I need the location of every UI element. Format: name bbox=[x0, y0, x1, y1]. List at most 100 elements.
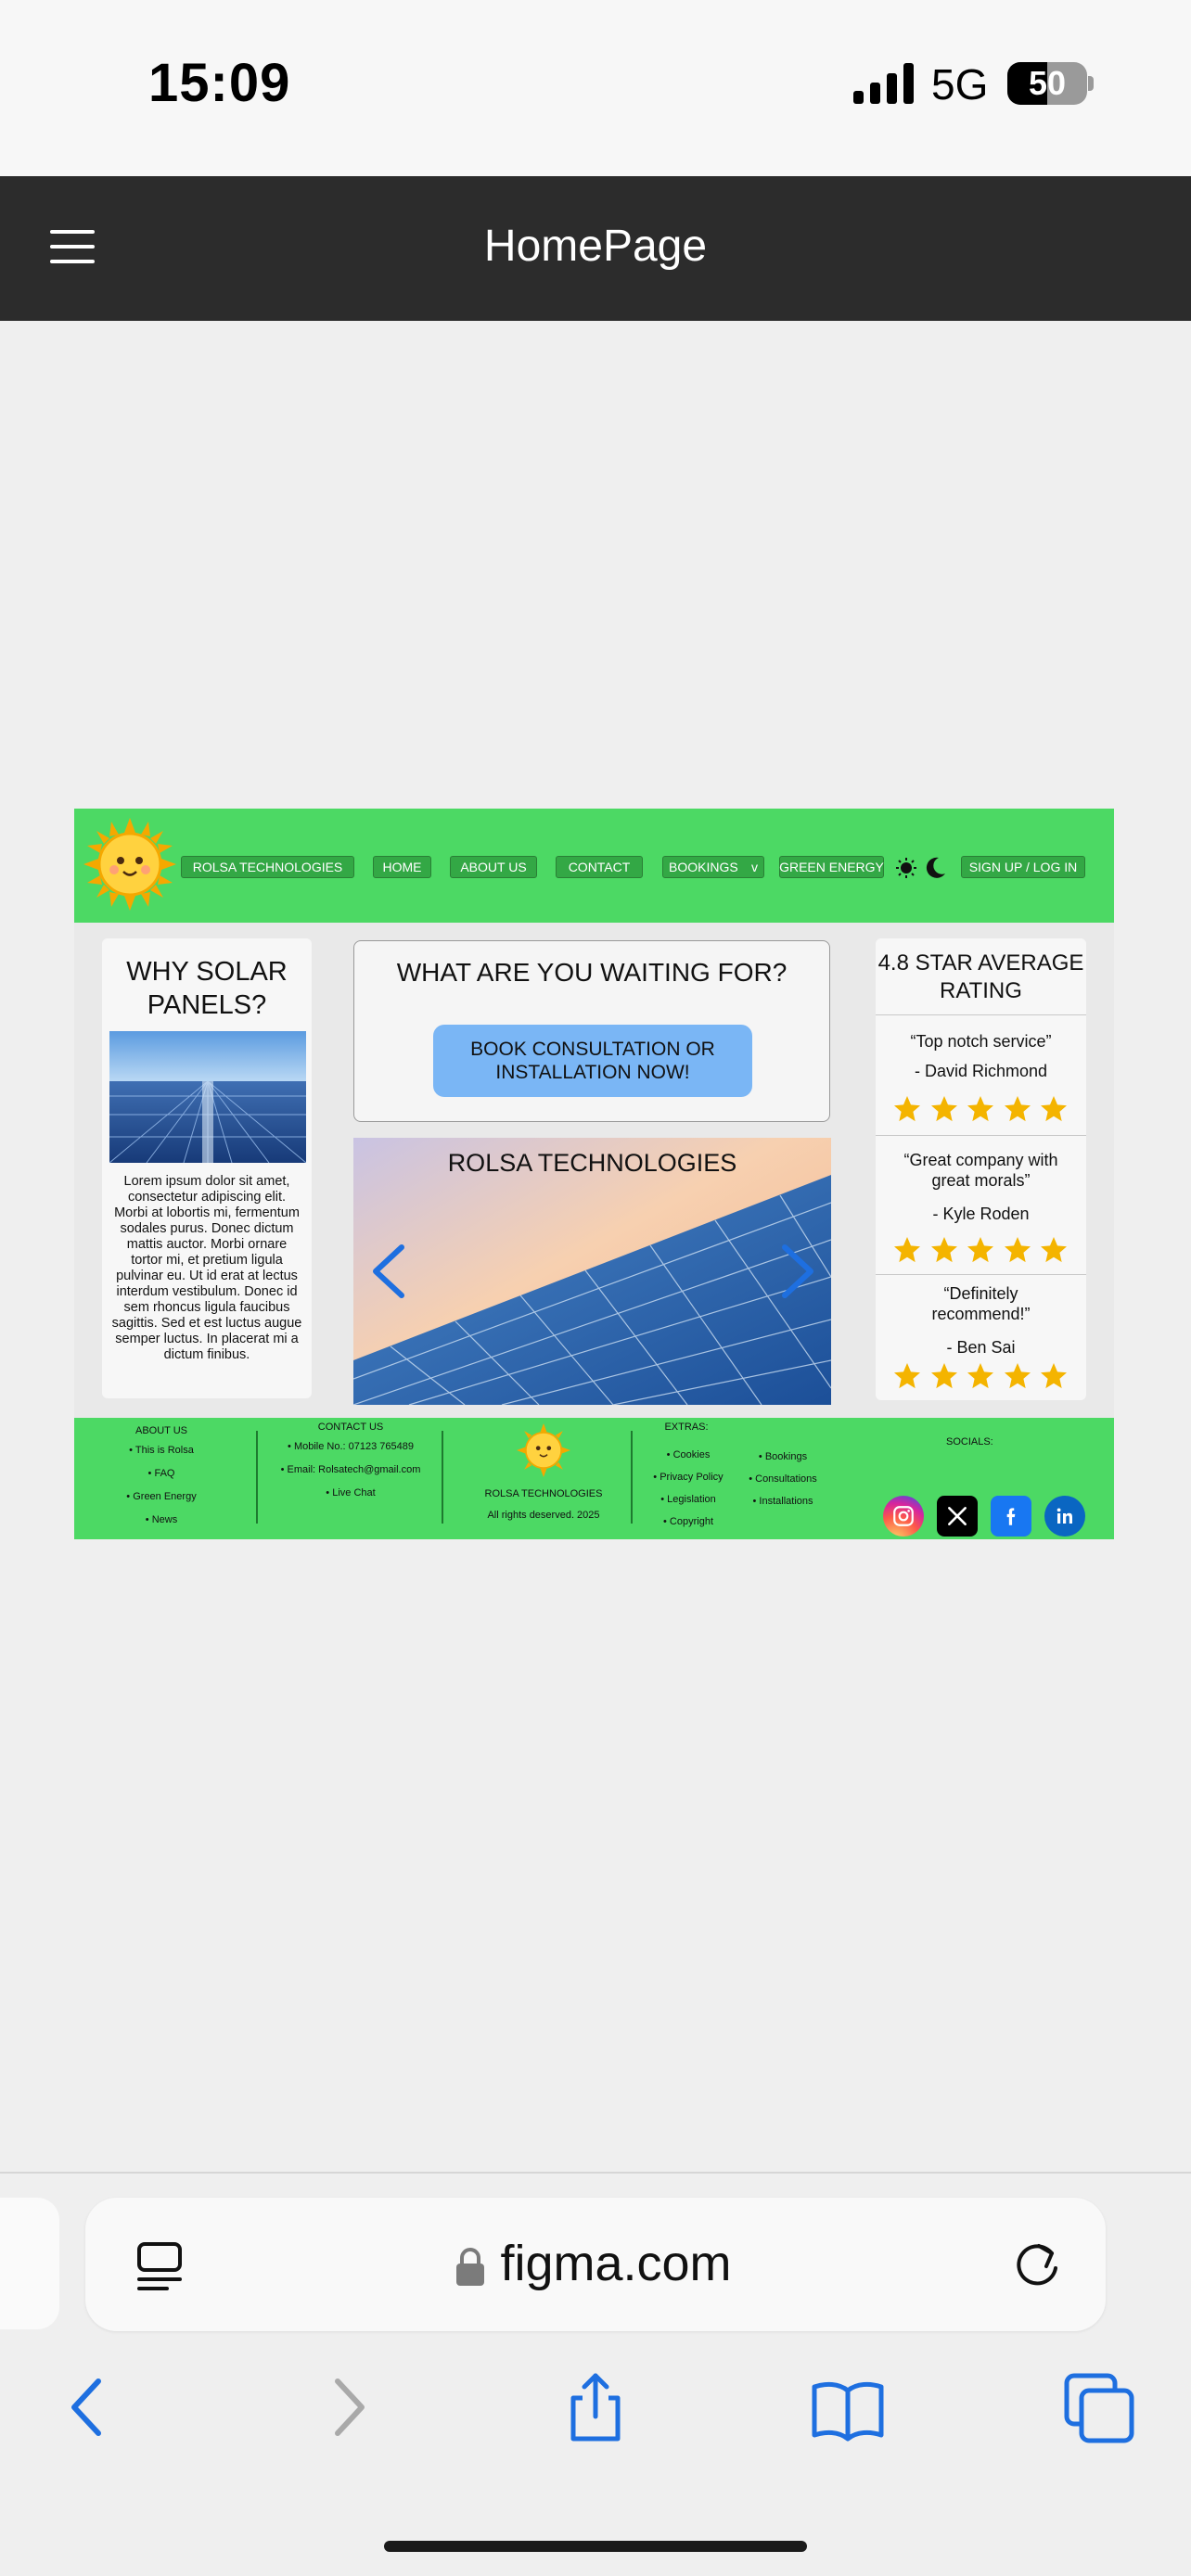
share-icon[interactable] bbox=[558, 2370, 633, 2444]
solar-farm-image bbox=[109, 1031, 306, 1163]
footer-live-chat[interactable]: Live Chat bbox=[265, 1487, 436, 1499]
carousel-caption: ROLSA TECHNOLOGIES bbox=[447, 1149, 737, 1177]
facebook-icon[interactable] bbox=[991, 1496, 1031, 1537]
chevron-down-icon: v bbox=[751, 860, 758, 874]
nav-home-button[interactable]: HOME bbox=[373, 856, 431, 878]
x-icon[interactable] bbox=[937, 1496, 978, 1537]
footer-link[interactable]: Cookies bbox=[642, 1449, 735, 1461]
forward-icon[interactable] bbox=[310, 2370, 384, 2444]
footer-link[interactable]: Consultations bbox=[738, 1473, 827, 1486]
footer-extras-heading: EXTRAS: bbox=[664, 1422, 709, 1433]
light-mode-icon[interactable] bbox=[896, 858, 916, 878]
nav-bookings-dropdown[interactable]: BOOKINGS v bbox=[662, 856, 764, 878]
star-icon bbox=[967, 1237, 993, 1263]
carousel-prev-icon[interactable] bbox=[368, 1242, 409, 1301]
footer-link[interactable]: Bookings bbox=[738, 1451, 827, 1463]
figma-header: HomePage bbox=[0, 176, 1191, 321]
star-icon bbox=[930, 1237, 957, 1263]
reload-icon[interactable] bbox=[1011, 2237, 1065, 2292]
review-author: - David Richmond bbox=[914, 1062, 1048, 1080]
star-icon bbox=[1041, 1237, 1067, 1263]
footer-copyright: All rights deserved. 2025 bbox=[487, 1510, 600, 1521]
signup-login-button[interactable]: SIGN UP / LOG IN bbox=[961, 856, 1085, 878]
footer-email[interactable]: Email: Rolsatech@gmail.com bbox=[265, 1464, 436, 1476]
footer-about: ABOUT US This is Rolsa FAQ Green Energy … bbox=[102, 1425, 221, 1537]
review-quote: “Great company with great morals” bbox=[903, 1151, 1058, 1190]
url-label: figma.com bbox=[500, 2236, 732, 2291]
network-type: 5G bbox=[931, 60, 989, 108]
why-solar-text: Lorem ipsum dolor sit amet, consectetur … bbox=[111, 1174, 302, 1362]
why-solar-card: WHY SOLAR PANELS? Lorem ipsum dolor sit … bbox=[102, 938, 312, 1398]
footer-divider bbox=[442, 1431, 443, 1524]
divider bbox=[876, 1274, 1086, 1275]
battery-percent: 50 bbox=[1028, 64, 1067, 102]
status-bar: 15:09 5G 50 bbox=[0, 0, 1191, 176]
footer-link[interactable]: Privacy Policy bbox=[642, 1472, 735, 1484]
home-indicator bbox=[384, 2541, 807, 2552]
site-navbar: ROLSA TECHNOLOGIES HOME ABOUT US CONTACT… bbox=[74, 809, 1114, 923]
instagram-icon[interactable] bbox=[883, 1496, 924, 1537]
star-icon bbox=[1004, 1363, 1031, 1389]
star-icon bbox=[1004, 1096, 1031, 1122]
nav-contact-button[interactable]: CONTACT bbox=[556, 856, 643, 878]
nav-about-button[interactable]: ABOUT US bbox=[450, 856, 537, 878]
bookmarks-icon[interactable] bbox=[811, 2370, 885, 2444]
footer-brand-name: ROLSA TECHNOLOGIES bbox=[484, 1488, 603, 1499]
cta-title: WHAT ARE YOU WAITING FOR? bbox=[396, 958, 788, 987]
review-2-stars bbox=[892, 1235, 1069, 1265]
star-icon bbox=[1004, 1237, 1031, 1263]
back-icon[interactable] bbox=[52, 2370, 126, 2444]
footer-link[interactable]: This is Rolsa bbox=[102, 1445, 221, 1457]
nav-green-energy-button[interactable]: GREEN ENERGY bbox=[779, 856, 884, 878]
review-3-stars bbox=[892, 1361, 1069, 1391]
review-1: “Top notch service” - David Richmond bbox=[876, 1031, 1086, 1081]
footer-link[interactable]: Legislation bbox=[642, 1494, 735, 1506]
star-icon bbox=[1041, 1363, 1067, 1389]
status-time: 15:09 bbox=[148, 53, 291, 113]
address-bar[interactable]: figma.com bbox=[85, 2198, 1106, 2331]
linkedin-icon[interactable] bbox=[1044, 1496, 1085, 1537]
review-quote: “Definitely recommend!” bbox=[931, 1284, 1031, 1323]
footer-link[interactable]: Installations bbox=[738, 1496, 827, 1508]
footer-divider bbox=[256, 1431, 258, 1524]
footer-divider bbox=[631, 1431, 633, 1524]
review-author: - Ben Sai bbox=[946, 1338, 1016, 1357]
footer-link[interactable]: Copyright bbox=[642, 1516, 735, 1528]
divider bbox=[876, 1135, 1086, 1136]
footer-phone: Mobile No.: 07123 765489 bbox=[265, 1441, 436, 1453]
footer-about-heading: ABOUT US bbox=[134, 1425, 188, 1436]
star-icon bbox=[894, 1363, 920, 1389]
toolbar-divider bbox=[0, 2172, 1191, 2174]
review-3: “Definitely recommend!” - Ben Sai bbox=[876, 1283, 1086, 1358]
previous-tab-peek[interactable] bbox=[0, 2198, 59, 2329]
footer-contact-heading: CONTACT US bbox=[317, 1422, 384, 1433]
hero-carousel: ROLSA TECHNOLOGIES bbox=[353, 1138, 831, 1405]
footer-link[interactable]: FAQ bbox=[102, 1468, 221, 1480]
footer-link[interactable]: News bbox=[102, 1514, 221, 1526]
signal-icon bbox=[853, 63, 914, 104]
divider bbox=[876, 1014, 1086, 1015]
tabs-icon[interactable] bbox=[1063, 2370, 1137, 2444]
book-consultation-button[interactable]: BOOK CONSULTATION OR INSTALLATION NOW! bbox=[433, 1025, 752, 1097]
nav-bookings-label: BOOKINGS bbox=[669, 860, 738, 874]
footer-brand: ROLSA TECHNOLOGIES All rights deserved. … bbox=[451, 1423, 636, 1522]
rating-card: 4.8 STAR AVERAGE RATING “Top notch servi… bbox=[876, 938, 1086, 1400]
star-icon bbox=[1041, 1096, 1067, 1122]
prototype-frame: ROLSA TECHNOLOGIES HOME ABOUT US CONTACT… bbox=[74, 809, 1114, 1539]
url-text: figma.com bbox=[85, 2235, 1106, 2292]
why-solar-title: WHY SOLAR PANELS? bbox=[126, 957, 288, 1020]
battery-tip bbox=[1088, 76, 1094, 91]
footer-link[interactable]: Green Energy bbox=[102, 1491, 221, 1503]
star-icon bbox=[930, 1096, 957, 1122]
star-icon bbox=[894, 1096, 920, 1122]
star-icon bbox=[967, 1363, 993, 1389]
page-title: HomePage bbox=[483, 222, 708, 271]
site-footer: ABOUT US This is Rolsa FAQ Green Energy … bbox=[74, 1418, 1114, 1539]
review-quote: “Top notch service” bbox=[910, 1032, 1052, 1051]
carousel-next-icon[interactable] bbox=[777, 1242, 818, 1301]
cta-card: WHAT ARE YOU WAITING FOR? BOOK CONSULTAT… bbox=[353, 940, 830, 1122]
rating-title: 4.8 STAR AVERAGE RATING bbox=[877, 950, 1084, 1003]
star-icon bbox=[894, 1237, 920, 1263]
nav-brand-button[interactable]: ROLSA TECHNOLOGIES bbox=[181, 856, 354, 878]
dark-mode-icon[interactable] bbox=[926, 857, 946, 879]
